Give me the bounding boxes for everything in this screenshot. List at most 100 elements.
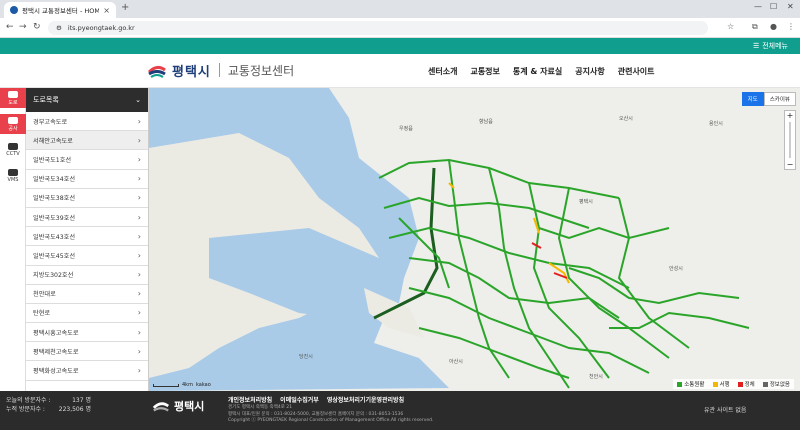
- total-visitors-value: 223,506 명: [58, 406, 91, 413]
- all-menu-button[interactable]: ☰ 전체메뉴: [753, 41, 788, 51]
- nav-notice[interactable]: 공지사항: [575, 66, 604, 77]
- map-scale: 4km kakao: [153, 382, 211, 388]
- address-bar[interactable]: ⚙ its.pyeongtaek.go.kr: [48, 21, 708, 35]
- chevron-right-icon: ›: [137, 231, 141, 241]
- road-list-item[interactable]: 탄현로 ›: [26, 304, 148, 324]
- road-list-item[interactable]: 일반국도38호선 ›: [26, 189, 148, 208]
- legend-item: 정보없음: [762, 380, 790, 388]
- profile-icon[interactable]: ●: [770, 22, 777, 31]
- city-name: 평택시: [172, 64, 211, 80]
- nav-statistics[interactable]: 통계 & 자료실: [513, 66, 562, 77]
- traffic-legend: 소통원활 서행 정체 정보없음: [673, 379, 794, 389]
- road-list-item[interactable]: 서해안고속도로 ›: [26, 131, 148, 151]
- legend-item: 서행: [712, 380, 730, 388]
- browser-toolbar: ← → ↻ ⚙ its.pyeongtaek.go.kr ☆ ⧉ ● ⋮: [0, 18, 800, 38]
- road-name: 경부고속도로: [33, 118, 68, 126]
- maximize-icon[interactable]: ☐: [770, 2, 777, 11]
- legend-label: 서행: [719, 382, 730, 388]
- nav-traffic-info[interactable]: 교통정보: [470, 66, 499, 77]
- email-refusal-link[interactable]: 이메일수집거부: [280, 395, 319, 404]
- footer-logo: 평택시: [152, 397, 204, 415]
- related-site-select[interactable]: 유관 사이트 없음: [704, 405, 746, 414]
- minimize-icon[interactable]: —: [754, 2, 762, 11]
- zoom-out-icon[interactable]: −: [787, 160, 794, 169]
- road-list-item[interactable]: 지방도302호선 ›: [26, 266, 148, 285]
- road-list-item[interactable]: 평택제천고속도로 ›: [26, 342, 148, 362]
- vms-icon: [8, 169, 18, 176]
- legend-label: 정체: [744, 382, 755, 388]
- chevron-down-icon[interactable]: ⌄: [135, 96, 141, 104]
- center-name: 교통정보센터: [227, 63, 295, 78]
- road-list-title: 도로목록: [33, 96, 59, 104]
- road-list-item[interactable]: 일반국도1호선 ›: [26, 150, 148, 170]
- tab-close-icon[interactable]: ×: [103, 6, 110, 15]
- site-info-icon[interactable]: ⚙: [56, 24, 62, 32]
- map-type-toggle: 지도 스카이뷰: [741, 92, 796, 106]
- road-list-header[interactable]: 도로목록 ⌄: [26, 88, 148, 112]
- road-list-item[interactable]: 일반국도45호선 ›: [26, 246, 148, 266]
- road-list-item[interactable]: 평택화성고속도로 ›: [26, 361, 148, 381]
- rail-label: 공사: [8, 125, 18, 132]
- map-label: 용인시: [709, 120, 723, 127]
- tab-title: 평택시 교통정보센터 - HOME: [22, 7, 100, 15]
- road-list-item[interactable]: 평택시흥고속도로 ›: [26, 323, 148, 343]
- road-list-item[interactable]: 일반국도39호선 ›: [26, 208, 148, 228]
- map-label: 향남읍: [479, 118, 493, 125]
- rail-label: CCTV: [6, 151, 20, 157]
- footer-city-name: 평택시: [174, 400, 205, 413]
- today-visitors-value: 137 명: [72, 397, 91, 404]
- road-list-item[interactable]: 일반국도43호선 ›: [26, 227, 148, 247]
- road-list-item[interactable]: 일반국도34호선 ›: [26, 170, 148, 189]
- city-logo-icon: [147, 61, 166, 79]
- extensions-icon[interactable]: ⧉: [752, 22, 758, 32]
- chevron-right-icon: ›: [137, 154, 141, 164]
- forward-icon[interactable]: →: [19, 22, 27, 32]
- road-name: 지방도302호선: [33, 272, 74, 280]
- zoom-in-icon[interactable]: +: [787, 111, 794, 120]
- browser-tabbar: 평택시 교통정보센터 - HOME × + — ☐ ✕: [0, 0, 800, 18]
- back-icon[interactable]: ←: [6, 22, 14, 32]
- chevron-right-icon: ›: [137, 346, 141, 356]
- legend-label: 정보없음: [769, 382, 790, 388]
- map-type-map-button[interactable]: 지도: [741, 92, 764, 106]
- rail-item-construction[interactable]: 공사: [0, 114, 26, 134]
- chevron-right-icon: ›: [137, 116, 141, 126]
- chevron-right-icon: ›: [137, 289, 141, 299]
- map-label: 오산시: [619, 115, 633, 122]
- rail-item-vms[interactable]: VMS: [0, 166, 26, 186]
- map-type-skyview-button[interactable]: 스카이뷰: [763, 92, 796, 106]
- rail-item-cctv[interactable]: CCTV: [0, 140, 26, 160]
- new-tab-icon[interactable]: +: [121, 2, 129, 13]
- rail-item-road[interactable]: 도로: [0, 88, 26, 108]
- road-list-item[interactable]: 천안대로 ›: [26, 285, 148, 304]
- road-list: 경부고속도로 › 서해안고속도로 › 일반국도1호선 › 일반국도34호선 › 일반국도38호선…: [26, 112, 148, 381]
- window-close-icon[interactable]: ✕: [787, 2, 794, 11]
- reload-icon[interactable]: ↻: [33, 22, 41, 32]
- road-list-item[interactable]: 경부고속도로 ›: [26, 112, 148, 132]
- bookmark-star-icon[interactable]: ☆: [727, 22, 734, 31]
- chevron-right-icon: ›: [137, 193, 141, 203]
- site-logo[interactable]: 평택시 교통정보센터: [147, 60, 294, 80]
- site-header: 평택시 교통정보센터 센터소개 교통정보 통계 & 자료실 공지사항 관련사이트: [0, 54, 800, 88]
- traffic-map[interactable]: 우정읍 향남읍 오산시 용인시 평택시 안성시 당진시 아산시 천안시 지도 스…: [149, 88, 800, 391]
- footer-city-logo-icon: [152, 402, 170, 412]
- chevron-right-icon: ›: [137, 270, 141, 280]
- zoom-slider[interactable]: [789, 122, 791, 158]
- nav-related-sites[interactable]: 관련사이트: [618, 66, 655, 77]
- road-name: 일반국도43호선: [33, 233, 76, 241]
- road-name: 평택제천고속도로: [33, 348, 79, 356]
- legend-item: 소통원활: [677, 380, 705, 388]
- footer-copyright: Copyright ⓒ PYEONGTAEK Regional Construc…: [228, 418, 434, 423]
- scale-label: 4km: [182, 382, 193, 388]
- legend-item: 정체: [737, 380, 755, 388]
- privacy-policy-link[interactable]: 개인정보처리방침: [228, 395, 272, 404]
- cctv-policy-link[interactable]: 영상정보처리기기운영관리방침: [327, 395, 404, 404]
- nav-center-intro[interactable]: 센터소개: [428, 66, 457, 77]
- road-name: 일반국도39호선: [33, 214, 76, 222]
- browser-menu-icon[interactable]: ⋮: [787, 22, 795, 31]
- main-nav: 센터소개 교통정보 통계 & 자료실 공지사항 관련사이트: [428, 66, 655, 77]
- map-canvas[interactable]: 우정읍 향남읍 오산시 용인시 평택시 안성시 당진시 아산시 천안시: [149, 88, 800, 391]
- road-name: 서해안고속도로: [33, 137, 73, 145]
- construction-icon: [8, 116, 18, 124]
- browser-tab[interactable]: 평택시 교통정보센터 - HOME ×: [4, 2, 116, 18]
